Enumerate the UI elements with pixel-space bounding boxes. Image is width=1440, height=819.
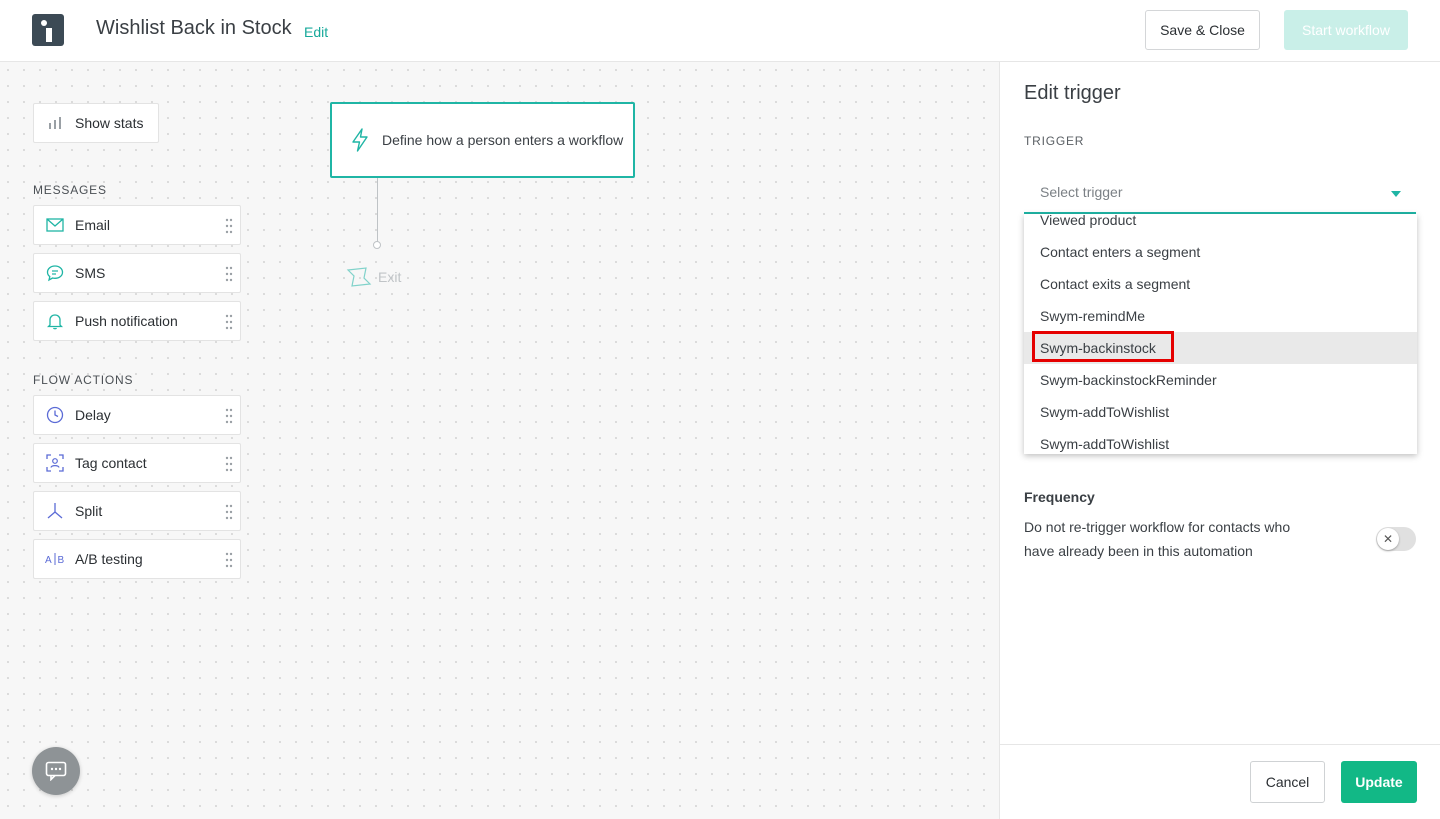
workflow-title: Wishlist Back in Stock xyxy=(96,17,292,39)
palette-item-tag-contact[interactable]: Tag contact xyxy=(33,443,241,483)
drag-handle-icon[interactable] xyxy=(225,314,233,330)
trigger-select[interactable]: Select trigger xyxy=(1024,172,1416,214)
lightning-icon xyxy=(352,128,368,152)
workflow-canvas[interactable]: Show stats MESSAGES Email SMS Push notif… xyxy=(0,62,999,819)
drag-handle-icon[interactable] xyxy=(225,456,233,472)
palette-item-label: Push notification xyxy=(75,313,178,329)
panel-title: Edit trigger xyxy=(1024,82,1121,104)
messages-heading: MESSAGES xyxy=(33,183,107,197)
trigger-option[interactable]: Viewed product xyxy=(1024,214,1417,236)
svg-text:A: A xyxy=(45,555,52,566)
save-close-button[interactable]: Save & Close xyxy=(1145,10,1260,50)
palette-item-label: Email xyxy=(75,217,111,233)
flag-icon xyxy=(346,267,372,287)
trigger-select-placeholder: Select trigger xyxy=(1040,184,1123,200)
palette-item-ab-testing[interactable]: AB A/B testing xyxy=(33,539,241,579)
drag-handle-icon[interactable] xyxy=(225,218,233,234)
trigger-node-label: Define how a person enters a workflow xyxy=(382,132,624,148)
palette-item-email[interactable]: Email xyxy=(33,205,241,245)
frequency-title: Frequency xyxy=(1024,489,1095,505)
drag-handle-icon[interactable] xyxy=(225,266,233,282)
chat-icon xyxy=(45,761,67,781)
svg-text:B: B xyxy=(58,555,65,566)
show-stats-label: Show stats xyxy=(75,115,144,131)
flow-actions-heading: FLOW ACTIONS xyxy=(33,373,134,387)
palette-item-label: A/B testing xyxy=(75,551,143,567)
trigger-heading: TRIGGER xyxy=(1024,134,1085,148)
split-icon xyxy=(45,501,65,521)
palette-item-label: Delay xyxy=(75,407,111,423)
palette-item-label: SMS xyxy=(75,265,106,281)
trigger-option[interactable]: Swym-addToWishlist xyxy=(1024,428,1417,454)
chevron-down-icon xyxy=(1391,191,1401,197)
trigger-option[interactable]: Contact enters a segment xyxy=(1024,236,1417,268)
top-bar: Wishlist Back in Stock Edit Save & Close… xyxy=(0,0,1440,62)
bell-icon xyxy=(45,311,65,331)
drag-handle-icon[interactable] xyxy=(225,408,233,424)
app-logo[interactable] xyxy=(32,14,64,46)
chat-bubble-icon xyxy=(45,263,65,283)
trigger-option[interactable]: Swym-backinstockReminder xyxy=(1024,364,1417,396)
flow-connector xyxy=(377,178,378,242)
panel-footer-divider xyxy=(1000,744,1440,745)
palette-item-delay[interactable]: Delay xyxy=(33,395,241,435)
frequency-description: Do not re-trigger workflow for contacts … xyxy=(1024,519,1291,559)
drag-handle-icon[interactable] xyxy=(225,552,233,568)
trigger-option[interactable]: Swym-addToWishlist xyxy=(1024,396,1417,428)
exit-label: Exit xyxy=(378,269,402,285)
start-workflow-button[interactable]: Start workflow xyxy=(1284,10,1408,50)
exit-node: Exit xyxy=(346,266,401,288)
tag-contact-icon xyxy=(45,453,65,473)
bar-chart-icon xyxy=(49,117,61,129)
connector-endpoint[interactable] xyxy=(373,241,381,249)
close-icon: ✕ xyxy=(1377,528,1399,550)
palette-item-sms[interactable]: SMS xyxy=(33,253,241,293)
cancel-button[interactable]: Cancel xyxy=(1250,761,1325,803)
drag-handle-icon[interactable] xyxy=(225,504,233,520)
ab-icon: AB xyxy=(45,549,65,569)
palette-item-push-notification[interactable]: Push notification xyxy=(33,301,241,341)
edit-trigger-panel: Edit trigger TRIGGER Select trigger View… xyxy=(999,62,1440,819)
palette-item-label: Tag contact xyxy=(75,455,147,471)
trigger-dropdown-list[interactable]: Viewed product Contact enters a segment … xyxy=(1024,214,1417,454)
edit-title-link[interactable]: Edit xyxy=(304,24,328,40)
envelope-icon xyxy=(45,215,65,235)
palette-item-label: Split xyxy=(75,503,103,519)
palette-item-split[interactable]: Split xyxy=(33,491,241,531)
show-stats-button[interactable]: Show stats xyxy=(33,103,159,143)
trigger-option[interactable]: Swym-remindMe xyxy=(1024,300,1417,332)
retrigger-toggle[interactable]: ✕ xyxy=(1376,527,1416,551)
highlight-box xyxy=(1032,331,1174,362)
trigger-node[interactable]: Define how a person enters a workflow xyxy=(330,102,635,178)
trigger-option[interactable]: Contact exits a segment xyxy=(1024,268,1417,300)
chat-support-button[interactable] xyxy=(32,747,80,795)
update-button[interactable]: Update xyxy=(1341,761,1417,803)
clock-icon xyxy=(45,405,65,425)
